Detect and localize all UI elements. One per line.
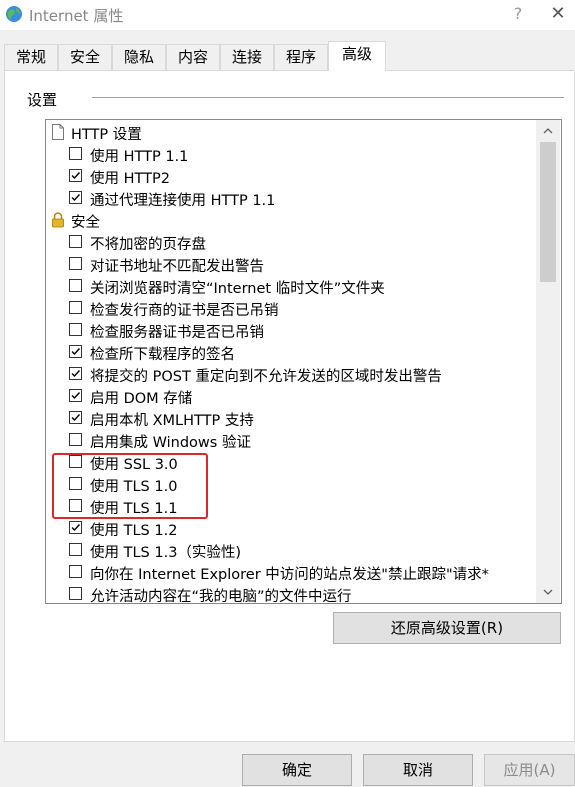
setting-label: 检查服务器证书是否已吊销 xyxy=(90,325,264,341)
tab-security[interactable]: 安全 xyxy=(58,44,112,70)
setting-label: 使用 TLS 1.3（实验性) xyxy=(90,545,242,561)
setting-label: 启用本机 XMLHTTP 支持 xyxy=(90,413,254,429)
highlight-annotation xyxy=(52,453,208,519)
checkmark-icon xyxy=(71,414,81,422)
checkmark-icon xyxy=(71,172,81,180)
advanced-panel: 设置 HTTP 设置使用 HTTP 1.1 使用 HTTP2 通过代理连接使用 HT… xyxy=(4,70,575,742)
checkmark-icon xyxy=(71,194,81,202)
checkmark-icon xyxy=(71,370,81,378)
setting-row[interactable]: 通过代理连接使用 HTTP 1.1 xyxy=(46,187,536,209)
setting-label: 检查发行商的证书是否已吊销 xyxy=(90,303,279,319)
group-divider xyxy=(92,97,564,98)
setting-label: 使用 HTTP2 xyxy=(90,171,170,187)
checkmark-icon xyxy=(71,348,81,356)
tab-general[interactable]: 常规 xyxy=(4,44,58,70)
window-title: Internet 属性 xyxy=(29,7,124,25)
setting-checkbox[interactable] xyxy=(69,279,82,292)
setting-checkbox[interactable] xyxy=(69,191,82,204)
setting-checkbox[interactable] xyxy=(69,323,82,336)
setting-row[interactable]: 使用 HTTP2 xyxy=(46,165,536,187)
settings-list[interactable]: HTTP 设置使用 HTTP 1.1 使用 HTTP2 通过代理连接使用 HTTP … xyxy=(45,119,562,604)
setting-row[interactable]: 检查发行商的证书是否已吊销 xyxy=(46,297,536,319)
setting-checkbox[interactable] xyxy=(69,367,82,380)
tab-content[interactable]: 内容 xyxy=(166,44,220,70)
setting-row[interactable]: 启用 DOM 存储 xyxy=(46,385,536,407)
setting-label: 检查所下载程序的签名 xyxy=(90,347,235,363)
setting-checkbox[interactable] xyxy=(69,521,82,534)
setting-label: 对证书地址不匹配发出警告 xyxy=(90,259,264,275)
tab-strip: 常规 安全 隐私 内容 连接 程序 高级 xyxy=(0,30,575,71)
setting-checkbox[interactable] xyxy=(69,587,82,600)
checkmark-icon xyxy=(71,392,81,400)
category-http-settings: HTTP 设置 xyxy=(46,121,536,143)
setting-label: 使用 HTTP 1.1 xyxy=(90,149,189,165)
setting-label: 启用集成 Windows 验证 xyxy=(90,435,251,451)
setting-row[interactable]: 向你在 Internet Explorer 中访问的站点发送"禁止跟踪"请求* xyxy=(46,561,536,583)
restore-advanced-settings-button[interactable]: 还原高级设置(R) xyxy=(333,612,561,644)
setting-row[interactable]: 不将加密的页存盘 xyxy=(46,231,536,253)
lock-icon xyxy=(52,212,64,228)
tab-advanced[interactable]: 高级 xyxy=(328,41,386,71)
page-icon xyxy=(52,124,64,140)
setting-row[interactable]: 启用本机 XMLHTTP 支持 xyxy=(46,407,536,429)
internet-globe-icon xyxy=(6,6,22,22)
tab-programs[interactable]: 程序 xyxy=(274,44,328,70)
checkmark-icon xyxy=(71,524,81,532)
setting-checkbox[interactable] xyxy=(69,411,82,424)
setting-row[interactable]: 对证书地址不匹配发出警告 xyxy=(46,253,536,275)
setting-row[interactable]: 检查服务器证书是否已吊销 xyxy=(46,319,536,341)
setting-row[interactable]: 使用 HTTP 1.1 xyxy=(46,143,536,165)
setting-checkbox[interactable] xyxy=(69,235,82,248)
setting-checkbox[interactable] xyxy=(69,433,82,446)
setting-checkbox[interactable] xyxy=(69,169,82,182)
setting-row[interactable]: 允许活动内容在“我的电脑”的文件中运行 xyxy=(46,583,536,603)
setting-label: 向你在 Internet Explorer 中访问的站点发送"禁止跟踪"请求* xyxy=(90,567,489,583)
cancel-button[interactable]: 取消 xyxy=(363,754,473,786)
setting-checkbox[interactable] xyxy=(69,389,82,402)
setting-checkbox[interactable] xyxy=(69,301,82,314)
setting-checkbox[interactable] xyxy=(69,257,82,270)
settings-list-items: HTTP 设置使用 HTTP 1.1 使用 HTTP2 通过代理连接使用 HTTP … xyxy=(46,120,536,603)
setting-row[interactable]: 使用 TLS 1.3（实验性) xyxy=(46,539,536,561)
setting-row[interactable]: 检查所下载程序的签名 xyxy=(46,341,536,363)
title-bar: Internet 属性 ? ✕ xyxy=(0,0,575,30)
help-button[interactable]: ? xyxy=(508,4,528,23)
setting-label: 使用 TLS 1.2 xyxy=(90,523,178,539)
setting-checkbox[interactable] xyxy=(69,345,82,358)
ok-button[interactable]: 确定 xyxy=(242,754,352,786)
settings-group-label: 设置 xyxy=(27,91,58,109)
tab-connections[interactable]: 连接 xyxy=(220,44,274,70)
category-label: 安全 xyxy=(71,215,100,231)
setting-row[interactable]: 使用 TLS 1.2 xyxy=(46,517,536,539)
apply-button[interactable]: 应用(A) xyxy=(484,754,575,786)
setting-row[interactable]: 关闭浏览器时清空“Internet 临时文件”文件夹 xyxy=(46,275,536,297)
tab-privacy[interactable]: 隐私 xyxy=(112,44,166,70)
scrollbar-thumb[interactable] xyxy=(540,142,556,282)
setting-checkbox[interactable] xyxy=(69,147,82,160)
scroll-up-arrow-icon[interactable] xyxy=(536,120,560,142)
setting-label: 将提交的 POST 重定向到不允许发送的区域时发出警告 xyxy=(90,369,442,385)
setting-label: 关闭浏览器时清空“Internet 临时文件”文件夹 xyxy=(90,281,385,297)
scroll-down-arrow-icon[interactable] xyxy=(536,581,560,603)
setting-checkbox[interactable] xyxy=(69,543,82,556)
setting-label: 不将加密的页存盘 xyxy=(90,237,206,253)
category-security: 安全 xyxy=(46,209,536,231)
setting-label: 允许活动内容在“我的电脑”的文件中运行 xyxy=(90,589,352,603)
setting-label: 启用 DOM 存储 xyxy=(90,391,193,407)
setting-label: 通过代理连接使用 HTTP 1.1 xyxy=(90,193,276,209)
setting-row[interactable]: 将提交的 POST 重定向到不允许发送的区域时发出警告 xyxy=(46,363,536,385)
setting-checkbox[interactable] xyxy=(69,565,82,578)
close-button[interactable]: ✕ xyxy=(547,3,569,24)
setting-row[interactable]: 启用集成 Windows 验证 xyxy=(46,429,536,451)
category-label: HTTP 设置 xyxy=(71,127,142,143)
vertical-scrollbar[interactable] xyxy=(536,120,560,603)
